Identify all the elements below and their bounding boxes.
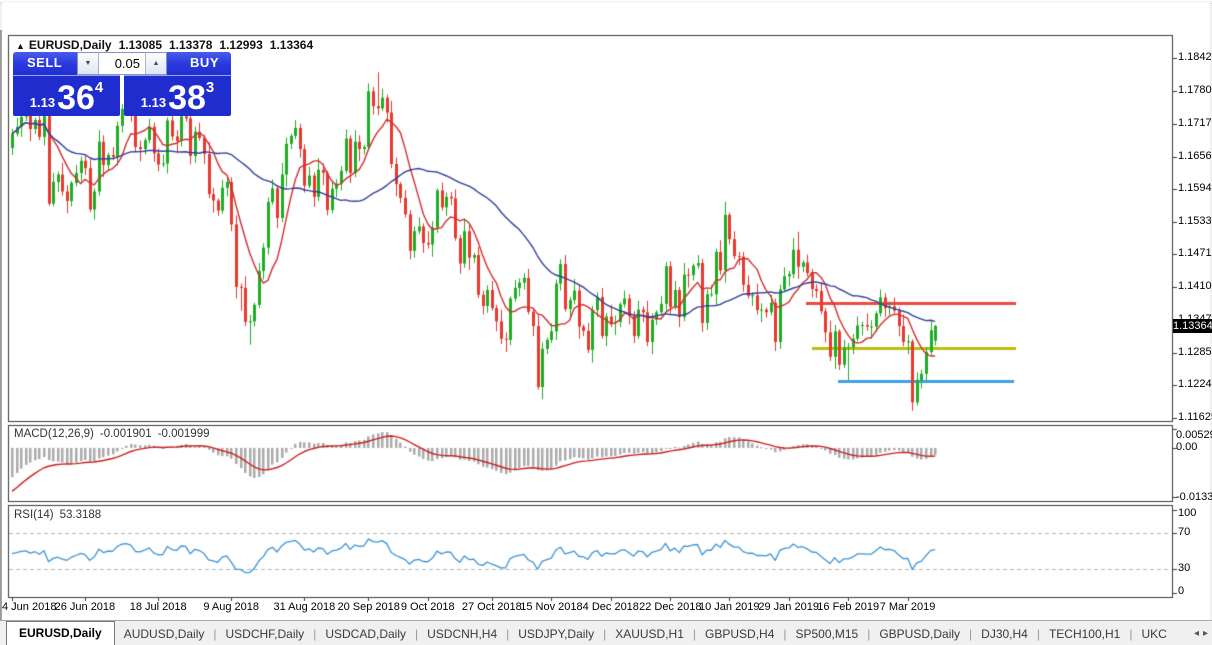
ohlc-high: 1.13378 [169, 38, 213, 52]
sell-price-big: 36 [57, 79, 95, 117]
price-axis-label: 1.17805 [1178, 83, 1212, 96]
date-axis-label: 16 Feb 2019 [817, 601, 880, 613]
chart-tab-usdjpy-daily[interactable]: USDJPY,Daily [509, 623, 603, 645]
current-price-badge: 1.13364 [1173, 318, 1212, 333]
chart-tab-audusd-daily[interactable]: AUDUSD,Daily [115, 623, 214, 645]
buy-price-sup: 3 [205, 79, 215, 96]
rsi-axis-label: 0 [1178, 585, 1185, 597]
date-axis-label: 22 Dec 2018 [639, 601, 702, 613]
chart-tab-bar: EURUSD,Daily AUDUSD,Daily | USDCHF,Daily | US… [0, 620, 1212, 645]
price-axis-label: 1.18420 [1178, 50, 1212, 63]
date-axis-label: 10 Jan 2019 [698, 601, 760, 613]
price-axis-label: 1.12240 [1178, 378, 1212, 391]
sell-price-panel[interactable]: 1.13 36 4 [13, 76, 120, 116]
ohlc-low: 1.12993 [219, 38, 263, 52]
price-axis-label: 1.12855 [1178, 345, 1212, 358]
buy-price-small: 1.13 [140, 95, 167, 110]
chart-tab-eurusd-daily[interactable]: EURUSD,Daily [6, 621, 115, 645]
sell-price-sup: 4 [94, 79, 104, 96]
chart-symbol-label: EURUSD,Daily [28, 38, 112, 52]
price-axis-label: 1.15330 [1178, 214, 1212, 227]
chevron-down-icon: ▼ [84, 60, 92, 67]
macd-value-2: -0.001999 [157, 428, 210, 440]
date-axis-label: 18 Jul 2018 [129, 601, 187, 613]
chart-tab-tech100-h1[interactable]: TECH100,H1 [1040, 623, 1129, 645]
macd-name: MACD(12,26,9) [14, 428, 94, 440]
tab-scroll-buttons: ◂ ▸ [1174, 621, 1212, 645]
rsi-axis-label: 100 [1178, 507, 1197, 519]
chart-tab-gbpusd-daily[interactable]: GBPUSD,Daily [870, 623, 969, 645]
date-axis-label: 20 Sep 2018 [337, 601, 400, 613]
date-axis-label: 7 Mar 2019 [879, 601, 936, 613]
date-axis-label: 9 Aug 2018 [203, 601, 260, 613]
volume-up-button[interactable]: ▲ [145, 53, 166, 74]
collapse-panel-icon[interactable]: ▲ [16, 41, 25, 51]
chart-title: ▲ EURUSD,Daily 1.13085 1.13378 1.12993 1.1336… [16, 38, 320, 52]
chart-tab-usdcad-daily[interactable]: USDCAD,Daily [316, 623, 415, 645]
volume-field[interactable]: 0.05 [99, 53, 145, 74]
tab-scroll-right-icon[interactable]: ▸ [1203, 628, 1208, 639]
macd-axis-label: -0.013317 [1176, 491, 1212, 503]
price-axis-label: 1.17175 [1178, 116, 1212, 129]
sell-price-small: 1.13 [29, 95, 56, 110]
rsi-indicator-label: RSI(14) 53.3188 [14, 509, 107, 521]
price-axis-label: 1.14100 [1178, 279, 1212, 292]
buy-price-big: 38 [168, 79, 206, 117]
chart-tab-xauusd-h1[interactable]: XAUUSD,H1 [606, 623, 693, 645]
buy-button-label: BUY [190, 55, 219, 70]
ohlc-open: 1.13085 [118, 38, 162, 52]
rsi-axis-label: 30 [1178, 562, 1191, 575]
date-axis-label: 4 Jun 2018 [2, 601, 57, 613]
date-axis-label: 4 Dec 2018 [582, 601, 639, 613]
rsi-axis-label: 70 [1178, 525, 1191, 538]
sell-button-label: SELL [27, 55, 63, 70]
macd-indicator-label: MACD(12,26,9) -0.001901 -0.001999 [14, 428, 215, 440]
buy-price-panel[interactable]: 1.13 38 3 [124, 76, 231, 116]
macd-axis-label: 0.00 [1176, 440, 1198, 453]
macd-axis-label: 0.005292 [1176, 429, 1212, 441]
date-axis-label: 26 Jun 2018 [54, 601, 116, 613]
date-axis-label: 31 Aug 2018 [273, 601, 336, 613]
chart-tab-usdchf-daily[interactable]: USDCHF,Daily [217, 623, 314, 645]
date-axis-label: 27 Oct 2018 [461, 601, 522, 613]
volume-down-button[interactable]: ▼ [78, 53, 99, 74]
tab-scroll-left-icon[interactable]: ◂ [1194, 628, 1199, 639]
trading-app: 15M30H1H4D1W1MN ▲EURUSD,Daily1.130851.13… [0, 0, 1212, 645]
chart-tab-usdcnh-h4[interactable]: USDCNH,H4 [418, 623, 506, 645]
chart-tab-gbpusd-h4[interactable]: GBPUSD,H4 [696, 623, 783, 645]
price-axis-label: 1.11625 [1178, 410, 1212, 423]
price-axis-label: 1.14715 [1178, 247, 1212, 260]
date-axis-label: 29 Jan 2019 [758, 601, 819, 613]
ohlc-close: 1.13364 [269, 38, 314, 52]
rsi-name: RSI(14) [14, 509, 54, 521]
date-axis-label: 15 Nov 2018 [520, 601, 583, 613]
volume-stepper: ▼ 0.05 ▲ [77, 52, 167, 75]
chart-tab-ukc[interactable]: UKC [1132, 623, 1175, 645]
price-axis-label: 1.16560 [1178, 149, 1212, 162]
chart-tab-sp500-m15[interactable]: SP500,M15 [787, 623, 868, 645]
rsi-value: 53.3188 [59, 509, 102, 521]
one-click-trading-panel: SELL 1.13 36 4 BUY 1.13 38 3 ▼ 0.05 ▲ [13, 52, 231, 116]
date-axis-label: 9 Oct 2018 [400, 601, 455, 613]
macd-value-1: -0.001901 [99, 428, 152, 440]
chevron-up-icon: ▲ [152, 60, 160, 67]
chart-tab-dj30-h4[interactable]: DJ30,H4 [972, 623, 1037, 645]
price-axis-label: 1.15945 [1178, 182, 1212, 195]
